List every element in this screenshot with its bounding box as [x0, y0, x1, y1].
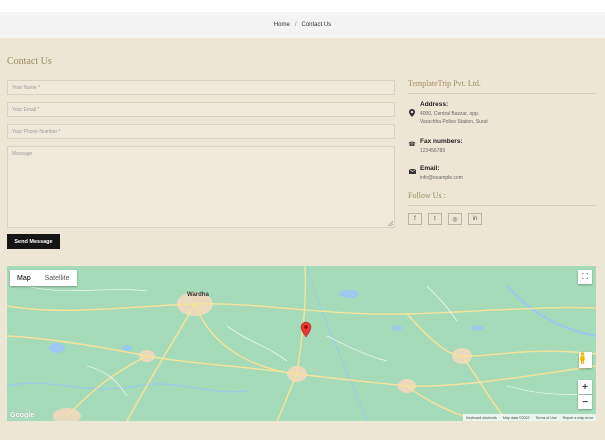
street-view-pegman-icon[interactable]	[579, 352, 592, 368]
twitter-icon[interactable]: t	[428, 213, 442, 225]
name-input-placeholder: Your Name *	[12, 85, 41, 91]
address-title: Address:	[420, 101, 449, 108]
fax-icon: ☎	[408, 142, 416, 148]
zoom-in-button[interactable]: +	[578, 380, 592, 394]
email-input[interactable]: Your Email *	[7, 102, 395, 117]
top-bar	[0, 0, 605, 12]
google-logo: Google	[10, 412, 35, 419]
breadcrumb-separator: /	[294, 22, 297, 28]
satellite-tab[interactable]: Satellite	[38, 270, 77, 286]
terms-link[interactable]: Terms of Use	[535, 416, 556, 420]
email-title: Email:	[420, 165, 440, 172]
company-name: TemplateTrip Pvt. Ltd.	[408, 79, 481, 88]
email-input-placeholder: Your Email *	[12, 107, 40, 113]
report-error-link[interactable]: Report a map error	[563, 416, 593, 420]
keyboard-shortcuts-link[interactable]: Keyboard shortcuts	[466, 416, 497, 420]
location-pin-icon	[408, 109, 416, 117]
address-line-1: 4000, Central Bazzar, opp.	[420, 111, 480, 117]
fullscreen-icon[interactable]: ⛶	[578, 270, 592, 284]
map-data-text: Map data ©2022	[502, 415, 530, 420]
divider	[408, 93, 596, 94]
linkedin-icon[interactable]: in	[468, 213, 482, 225]
map-tiles	[7, 266, 596, 421]
map-type-toggle: Map Satellite	[10, 270, 77, 286]
map-tab[interactable]: Map	[10, 270, 38, 286]
resize-handle-icon[interactable]	[388, 221, 393, 226]
message-textarea[interactable]: Message	[7, 146, 395, 228]
fax-value: 123456789	[420, 148, 446, 154]
map-city-label: Wardha	[187, 292, 209, 298]
breadcrumb: Home / Contact Us	[0, 12, 605, 38]
phone-input-placeholder: Your Phone Number *	[12, 129, 61, 135]
breadcrumb-current: Contact Us	[301, 22, 332, 28]
breadcrumb-home-link[interactable]: Home	[274, 22, 290, 28]
zoom-out-button[interactable]: −	[578, 395, 592, 409]
envelope-icon	[408, 168, 416, 177]
email-value[interactable]: info@example.com	[420, 174, 463, 182]
address-line-2: Varachha Police Station, Surat	[420, 119, 488, 125]
phone-input[interactable]: Your Phone Number *	[7, 124, 395, 139]
fax-title: Fax numbers:	[420, 138, 463, 145]
message-placeholder: Message	[12, 151, 33, 157]
send-message-button[interactable]: Send Message	[7, 234, 60, 249]
map-attribution: Keyboard shortcuts Map data ©2022 Terms …	[462, 414, 596, 421]
name-input[interactable]: Your Name *	[7, 80, 395, 95]
page-title: Contact Us	[7, 56, 52, 67]
follow-us-title: Follow Us :	[408, 191, 446, 200]
divider	[408, 205, 596, 206]
map-embed[interactable]: Wardha Map Satellite ⛶ + − Google Keyboa…	[7, 266, 596, 421]
facebook-icon[interactable]: f	[408, 213, 422, 225]
instagram-icon[interactable]: ◎	[448, 213, 462, 225]
